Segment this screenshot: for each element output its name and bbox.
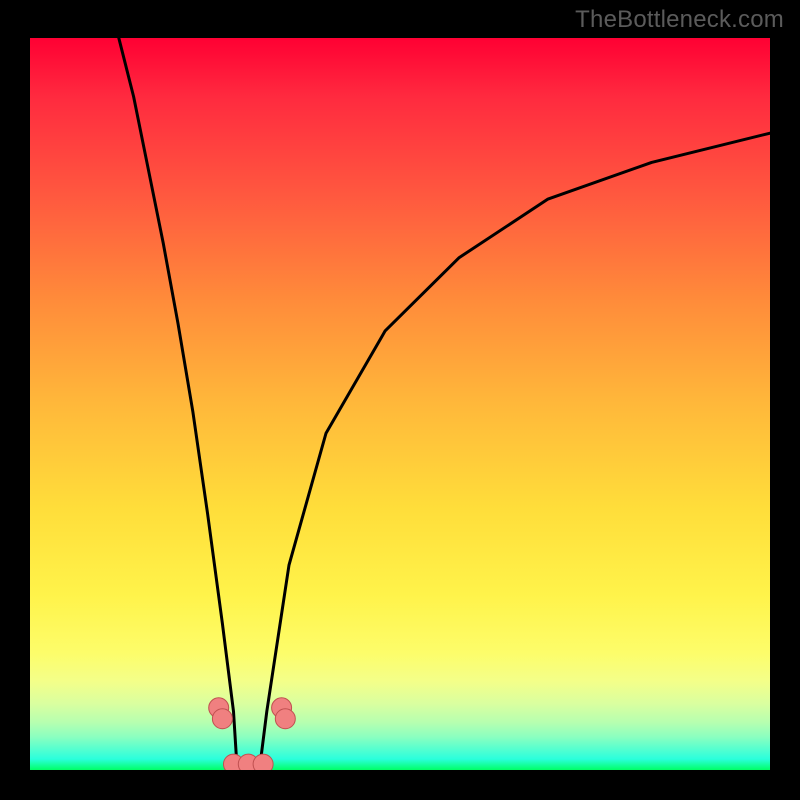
curve-right-branch [259,133,770,770]
marker-point [253,754,273,770]
chart-frame: TheBottleneck.com [0,0,800,800]
curve-layer [30,38,770,770]
watermark-text: TheBottleneck.com [575,6,784,34]
curve-left-branch [119,38,237,770]
marker-point [275,709,295,729]
plot-area [30,38,770,770]
marker-point [212,709,232,729]
